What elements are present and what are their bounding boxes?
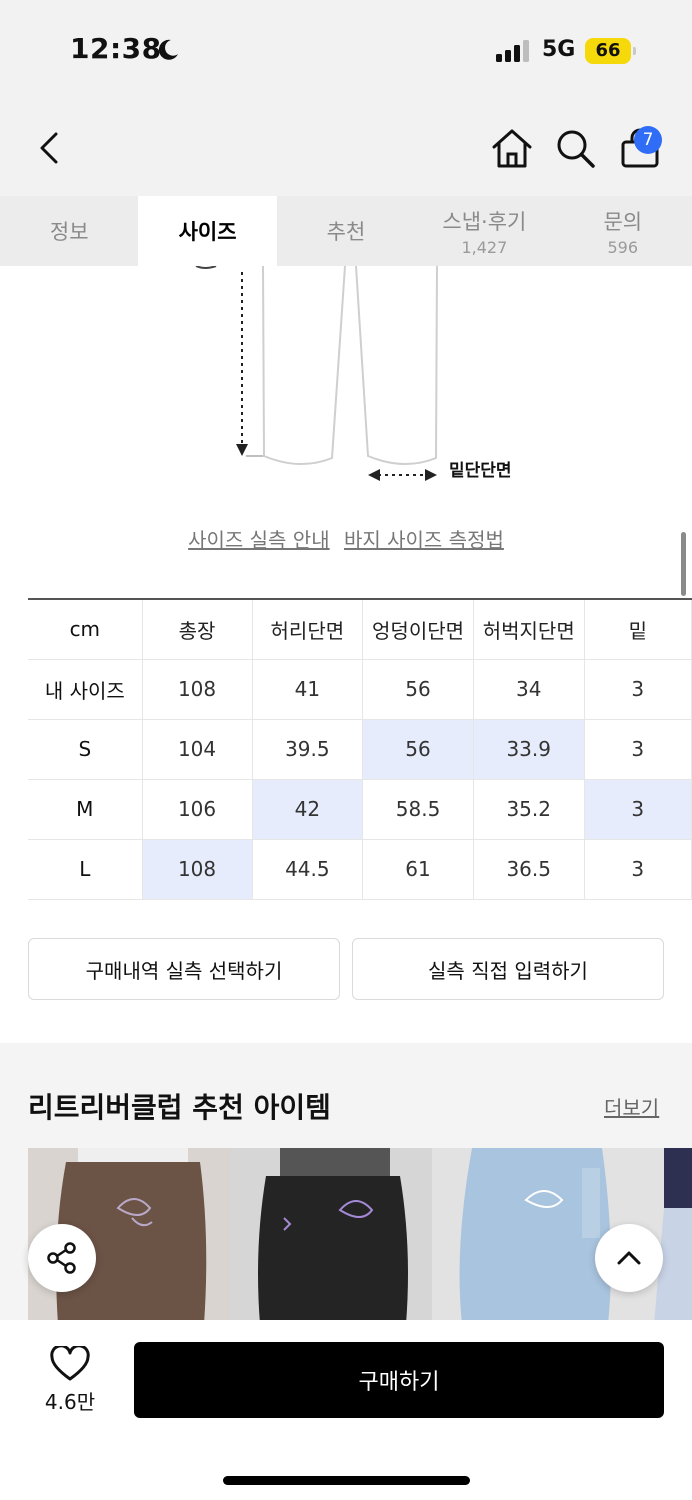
table-cell: 3 xyxy=(583,778,692,840)
tab-recommend[interactable]: 추천 xyxy=(277,196,415,266)
enter-measurements-button[interactable]: 실측 직접 입력하기 xyxy=(352,938,664,1000)
select-from-purchases-button[interactable]: 구매내역 실측 선택하기 xyxy=(28,938,340,1000)
table-header: 총장 xyxy=(141,598,253,660)
table-row: 내 사이즈 108 41 56 34 3 xyxy=(28,658,692,720)
tab-inquiry[interactable]: 문의 596 xyxy=(554,196,692,266)
back-icon[interactable] xyxy=(30,126,74,170)
recommended-carousel[interactable] xyxy=(28,1148,692,1324)
scroll-to-top-button[interactable] xyxy=(595,1224,663,1292)
battery-tip xyxy=(633,47,636,55)
status-bar: 12:38 5G 66 xyxy=(0,0,692,100)
table-cell: 108 xyxy=(141,658,253,720)
table-cell: 3 xyxy=(583,718,692,780)
detail-tabs: 정보 사이즈 추천 스냅·후기 1,427 문의 596 xyxy=(0,196,692,266)
size-guide-links: 사이즈 실측 안내 바지 사이즈 측정법 xyxy=(0,524,692,553)
table-cell: 3 xyxy=(583,658,692,720)
table-row: S 104 39.5 56 33.9 3 xyxy=(28,718,692,780)
hem-width-label: 밑단단면 xyxy=(449,461,512,481)
signal-icon xyxy=(496,40,529,62)
pants-measurement-diagram xyxy=(195,266,438,481)
table-cell: 34 xyxy=(472,658,585,720)
battery-icon: 66 xyxy=(585,38,631,64)
table-cell: 42 xyxy=(251,778,364,840)
table-row: M 106 42 58.5 35.2 3 xyxy=(28,778,692,840)
table-cell: 106 xyxy=(141,778,253,840)
moon-icon xyxy=(158,39,178,60)
table-cell: 39.5 xyxy=(251,718,364,780)
table-cell: 41 xyxy=(251,658,364,720)
tab-label: 정보 xyxy=(49,220,89,244)
table-cell: 104 xyxy=(141,718,253,780)
tab-info[interactable]: 정보 xyxy=(0,196,138,266)
buy-button[interactable]: 구매하기 xyxy=(134,1342,664,1418)
table-cell: M xyxy=(28,778,143,840)
table-cell: 56 xyxy=(362,718,474,780)
tab-count: 1,427 xyxy=(461,237,508,257)
table-cell: 내 사이즈 xyxy=(28,658,143,720)
scrollbar[interactable] xyxy=(681,532,686,596)
tab-label: 사이즈 xyxy=(178,220,237,244)
home-icon[interactable] xyxy=(490,126,534,170)
status-time: 12:38 xyxy=(70,32,162,65)
table-cell: 36.5 xyxy=(472,838,585,900)
table-cell: L xyxy=(28,838,143,900)
table-cell: 35.2 xyxy=(472,778,585,840)
share-button[interactable] xyxy=(28,1224,96,1292)
tab-label: 스냅·후기 xyxy=(442,209,527,234)
table-header: 허리단면 xyxy=(251,598,364,660)
tab-size[interactable]: 사이즈 xyxy=(138,196,277,266)
tab-label: 문의 xyxy=(603,209,643,234)
table-header: 허벅지단면 xyxy=(472,598,585,660)
actual-size-guide-link[interactable]: 사이즈 실측 안내 xyxy=(188,528,330,552)
heart-icon[interactable] xyxy=(50,1346,90,1382)
chevron-up-icon xyxy=(617,1251,641,1265)
table-cell: 56 xyxy=(362,658,474,720)
table-cell: 33.9 xyxy=(472,718,585,780)
table-header: cm xyxy=(28,598,143,660)
recommended-title: 리트리버클럽 추천 아이템 xyxy=(28,1091,331,1124)
table-header-row: cm 총장 허리단면 엉덩이단면 허벅지단면 밑 xyxy=(28,598,692,660)
table-row: L 108 44.5 61 36.5 3 xyxy=(28,838,692,900)
home-indicator xyxy=(223,1476,470,1485)
product-thumbnail[interactable] xyxy=(230,1148,432,1324)
network-type: 5G xyxy=(542,37,576,62)
see-more-link[interactable]: 더보기 xyxy=(604,1092,659,1121)
size-table-container[interactable]: cm 총장 허리단면 엉덩이단면 허벅지단면 밑 내 사이즈 108 41 56… xyxy=(0,590,692,910)
pants-measure-guide-link[interactable]: 바지 사이즈 측정법 xyxy=(344,528,504,552)
table-cell: 58.5 xyxy=(362,778,474,840)
tab-count: 596 xyxy=(607,237,639,257)
top-navigation xyxy=(0,100,692,196)
table-header: 밑 xyxy=(583,598,692,660)
tab-label: 추천 xyxy=(326,220,366,244)
tab-snap-review[interactable]: 스냅·후기 1,427 xyxy=(415,196,553,266)
table-cell: 44.5 xyxy=(251,838,364,900)
size-table: cm 총장 허리단면 엉덩이단면 허벅지단면 밑 내 사이즈 108 41 56… xyxy=(28,598,692,900)
table-cell: 108 xyxy=(141,838,253,900)
cart-count-badge: 7 xyxy=(634,126,662,154)
share-icon xyxy=(47,1242,76,1274)
like-count: 4.6만 xyxy=(44,1390,96,1414)
search-icon[interactable] xyxy=(553,126,597,170)
table-cell: 3 xyxy=(583,838,692,900)
table-cell: 61 xyxy=(362,838,474,900)
table-cell: S xyxy=(28,718,143,780)
table-header: 엉덩이단면 xyxy=(362,598,474,660)
